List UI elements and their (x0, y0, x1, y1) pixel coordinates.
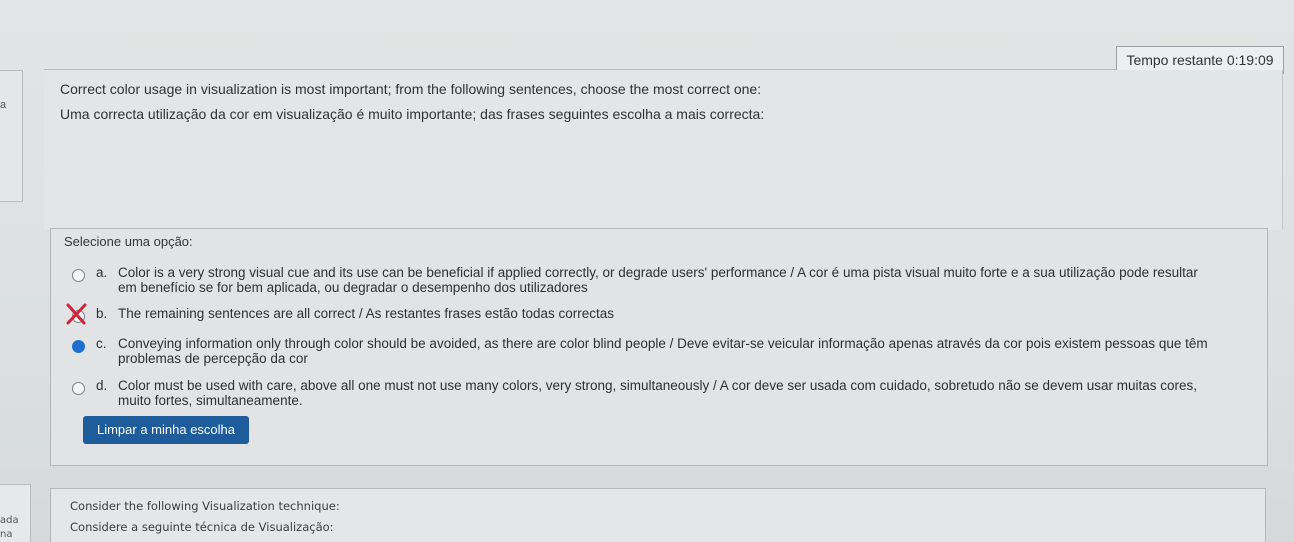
timer-value: 0:19:09 (1226, 52, 1274, 68)
option-text-line2: problemas de percepção da cor (118, 351, 308, 366)
radio-option-c-selected[interactable] (72, 340, 85, 353)
option-text-line2: em benefício se for bem aplicada, ou deg… (118, 280, 588, 295)
option-text: The remaining sentences are all correct … (118, 306, 1258, 321)
radio-option-a[interactable] (72, 269, 85, 282)
select-option-label: Selecione uma opção: (64, 234, 193, 249)
left-nav-text: a (0, 99, 7, 111)
left-nav-text-2: ada (0, 515, 19, 526)
option-letter: c. (96, 336, 107, 351)
option-letter: b. (96, 306, 108, 321)
option-text: Color must be used with care, above all … (118, 378, 1258, 408)
timer-label: Tempo restante (1126, 52, 1223, 68)
left-nav-fragment-2[interactable]: ada na (0, 484, 31, 542)
clear-choice-button[interactable]: Limpar a minha escolha (83, 416, 249, 444)
next-question-text-en: Consider the following Visualization tec… (70, 499, 340, 513)
option-text-line1: Color is a very strong visual cue and it… (118, 265, 1198, 280)
option-text: Conveying information only through color… (118, 336, 1258, 366)
option-letter: a. (96, 265, 108, 280)
question-text-en: Correct color usage in visualization is … (60, 81, 762, 97)
option-text-line2: muito fortes, simultaneamente. (118, 393, 303, 408)
quiz-page: a ada na Tempo restante 0:19:09 Correct … (0, 0, 1294, 542)
option-letter: d. (96, 378, 108, 393)
next-question-text-pt: Considere a seguinte técnica de Visualiz… (70, 520, 334, 534)
option-text-line1: Color must be used with care, above all … (118, 378, 1198, 393)
option-text-line1: The remaining sentences are all correct … (118, 306, 614, 321)
radio-option-d[interactable] (72, 382, 85, 395)
option-text: Color is a very strong visual cue and it… (118, 265, 1258, 295)
incorrect-x-icon (66, 303, 87, 325)
option-text-line1: Conveying information only through color… (118, 336, 1208, 351)
question-text-pt: Uma correcta utilização da cor em visual… (60, 106, 765, 122)
left-nav-text-3: na (0, 529, 13, 540)
left-nav-fragment[interactable]: a (0, 70, 23, 202)
